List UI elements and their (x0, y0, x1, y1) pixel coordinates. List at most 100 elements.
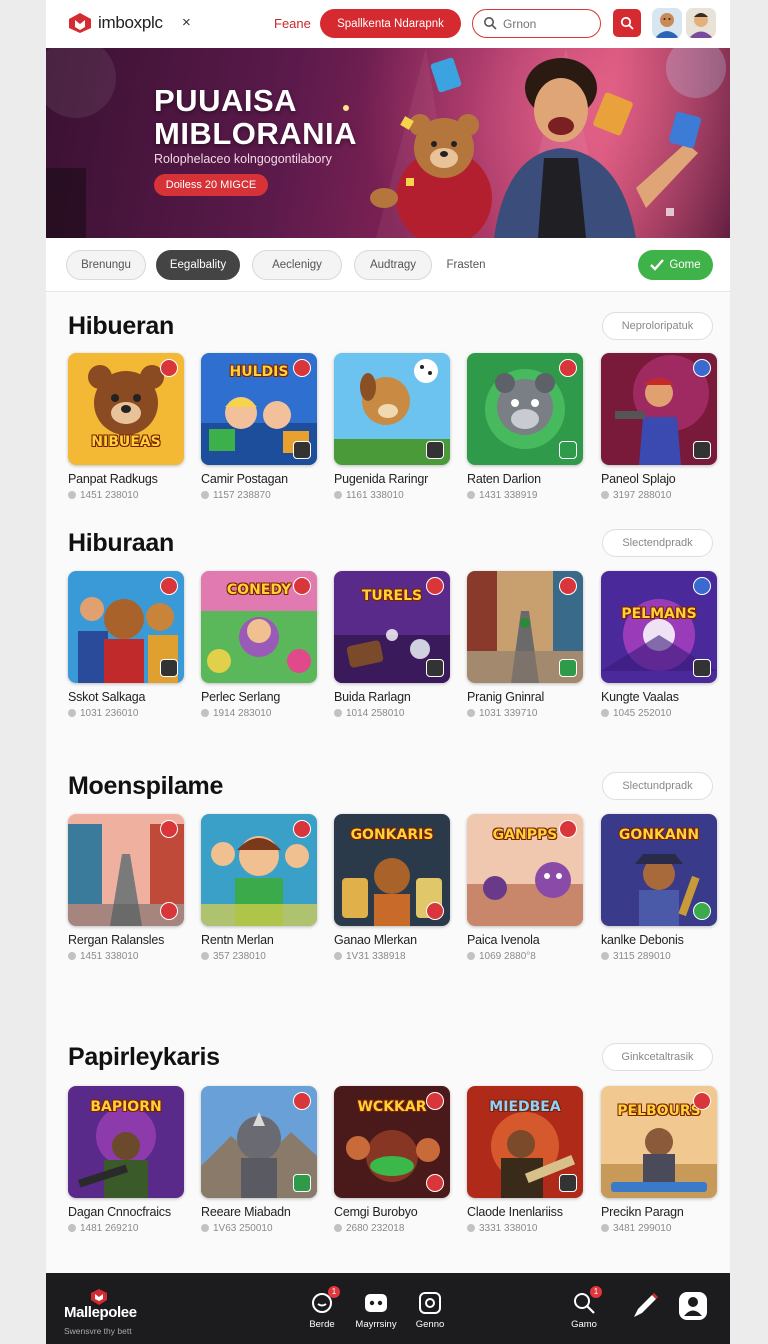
favorite-icon[interactable] (293, 820, 311, 838)
game-card[interactable]: WCKKAR Cemgi Burobyo 2680 232018 (334, 1086, 450, 1234)
game-thumbnail[interactable]: MIEDBEA (467, 1086, 583, 1198)
filter-chip-active[interactable]: Eegalbality (156, 250, 240, 280)
game-thumbnail[interactable]: CONEDY (201, 571, 317, 683)
game-thumbnail[interactable]: PELMANS (601, 571, 717, 683)
favorite-icon[interactable] (559, 359, 577, 377)
favorite-icon[interactable] (293, 1092, 311, 1110)
game-thumbnail[interactable] (68, 571, 184, 683)
filter-chip[interactable]: Aeclenigy (252, 250, 342, 280)
tab-genno[interactable]: Genno (400, 1291, 460, 1330)
search-button[interactable] (613, 9, 641, 37)
game-art-title: GONKARIS (350, 827, 434, 843)
profile-button[interactable] (678, 1291, 708, 1321)
game-card[interactable]: CONEDY Perlec Serlang 1914 283010 (201, 571, 317, 719)
game-thumbnail[interactable] (334, 353, 450, 465)
tab-berde[interactable]: 1 Berde (292, 1286, 352, 1330)
game-thumbnail[interactable]: HULDIS (201, 353, 317, 465)
brand-logo-icon[interactable] (90, 1289, 108, 1305)
game-stats: 1V31 338918 (334, 951, 450, 962)
search-field[interactable] (472, 9, 601, 38)
game-thumbnail[interactable]: GONKARIS (334, 814, 450, 926)
go-button[interactable]: Gome (638, 250, 713, 280)
logo-text[interactable]: imboxplc (98, 13, 163, 33)
notification-badge: 1 (328, 1286, 340, 1298)
game-card[interactable]: Pranig Gninral 1031 339710 (467, 571, 583, 719)
avatar[interactable] (686, 8, 716, 38)
game-stats-text: 1014 258010 (346, 708, 405, 719)
game-card[interactable]: GONKANN kanlke Debonis 3115 289010 (601, 814, 717, 962)
game-card[interactable]: Raten Darlion 1431 338919 (467, 353, 583, 501)
game-stats-text: 3481 299010 (613, 1223, 672, 1234)
game-stats: 3331 338010 (467, 1223, 583, 1234)
game-thumbnail[interactable]: PELBOURS (601, 1086, 717, 1198)
game-thumbnail[interactable] (201, 814, 317, 926)
filter-chip[interactable]: Brenungu (66, 250, 146, 280)
game-art-title: PELMANS (621, 606, 697, 622)
favorite-icon[interactable] (426, 577, 444, 595)
favorite-icon[interactable] (693, 359, 711, 377)
favorite-icon[interactable] (426, 1092, 444, 1110)
platform-icon (293, 1174, 311, 1192)
signup-button[interactable]: Spallkenta Ndarapnk (320, 9, 461, 38)
game-thumbnail[interactable] (68, 814, 184, 926)
section-more-button[interactable]: Neproloripatuk (602, 312, 713, 340)
close-icon[interactable]: × (182, 14, 191, 31)
favorite-icon[interactable] (160, 359, 178, 377)
game-card[interactable]: PELMANS Kungte Vaalas 1045 252010 (601, 571, 717, 719)
compose-button[interactable] (630, 1291, 660, 1321)
game-card[interactable]: NIBUEAS Panpat Radkugs 1451 238010 (68, 353, 184, 501)
tab-label: Genno (415, 1319, 445, 1330)
favorite-icon[interactable] (559, 577, 577, 595)
favorite-icon[interactable] (160, 577, 178, 595)
favorite-icon[interactable] (293, 577, 311, 595)
game-thumbnail[interactable]: GONKANN (601, 814, 717, 926)
game-card[interactable]: HULDIS Camir Postagan 1157 238870 (201, 353, 317, 501)
search-input[interactable] (503, 15, 593, 32)
favorite-icon[interactable] (693, 577, 711, 595)
game-thumbnail[interactable]: NIBUEAS (68, 353, 184, 465)
pen-icon (634, 1293, 658, 1317)
game-card[interactable]: Reeare Miabadn 1V63 250010 (201, 1086, 317, 1234)
game-card[interactable]: MIEDBEA Claode Inenlariiss 3331 338010 (467, 1086, 583, 1234)
game-card[interactable]: Pugenida Raringr 1161 338010 (334, 353, 450, 501)
section-more-button[interactable]: Ginkcetaltrasik (602, 1043, 713, 1071)
section-more-button[interactable]: Slectundpradk (602, 772, 713, 800)
game-title: kanlke Debonis (601, 933, 684, 947)
game-card[interactable]: BAPIORN Dagan Cnnocfraics 1481 269210 (68, 1086, 184, 1234)
game-thumbnail[interactable]: BAPIORN (68, 1086, 184, 1198)
brand-name[interactable]: Mallepolee (64, 1304, 137, 1321)
section-more-button[interactable]: Slectendpradk (602, 529, 713, 557)
platform-icon (160, 659, 178, 677)
game-thumbnail[interactable]: WCKKAR (334, 1086, 450, 1198)
game-thumbnail[interactable] (467, 571, 583, 683)
game-card[interactable]: Sskot Salkaga 1031 236010 (68, 571, 184, 719)
game-card[interactable]: GANPPS Paica Ivenola 1069 2880°8 (467, 814, 583, 962)
filter-chip[interactable]: Frasten (436, 250, 496, 280)
game-card[interactable]: GONKARIS Ganao Mlerkan 1V31 338918 (334, 814, 450, 962)
favorite-icon[interactable] (559, 820, 577, 838)
platform-icon (693, 441, 711, 459)
game-stats: 1914 283010 (201, 708, 317, 719)
game-card[interactable]: TURELS Buida Rarlagn 1014 258010 (334, 571, 450, 719)
game-card[interactable]: PELBOURS Precikn Paragn 3481 299010 (601, 1086, 717, 1234)
game-card[interactable]: Rergan Ralansles 1451 338010 (68, 814, 184, 962)
game-card[interactable]: Paneol Splajo 3197 288010 (601, 353, 717, 501)
game-thumbnail[interactable]: GANPPS (467, 814, 583, 926)
game-thumbnail[interactable] (467, 353, 583, 465)
tab-mayrrsiny[interactable]: Mayrrsiny (346, 1291, 406, 1330)
nav-link[interactable]: Feane (274, 16, 311, 31)
logo-icon[interactable] (68, 12, 92, 34)
game-card[interactable]: Rentn Merlan 357 238010 (201, 814, 317, 962)
favorite-icon[interactable] (693, 1092, 711, 1110)
avatar[interactable] (652, 8, 682, 38)
game-thumbnail[interactable]: TURELS (334, 571, 450, 683)
game-thumbnail[interactable] (601, 353, 717, 465)
filter-chip[interactable]: Audtragy (354, 250, 432, 280)
favorite-icon[interactable] (160, 820, 178, 838)
favorite-icon[interactable] (293, 359, 311, 377)
game-stats: 1069 2880°8 (467, 951, 583, 962)
hero-banner[interactable]: PUUAISA MIBLORANIA Rolophelaceo kolngogo… (46, 48, 730, 238)
game-thumbnail[interactable] (201, 1086, 317, 1198)
hero-cta-button[interactable]: Doiless 20 MIGCE (154, 174, 268, 196)
tab-gamo[interactable]: 1 Gamo (554, 1286, 614, 1330)
